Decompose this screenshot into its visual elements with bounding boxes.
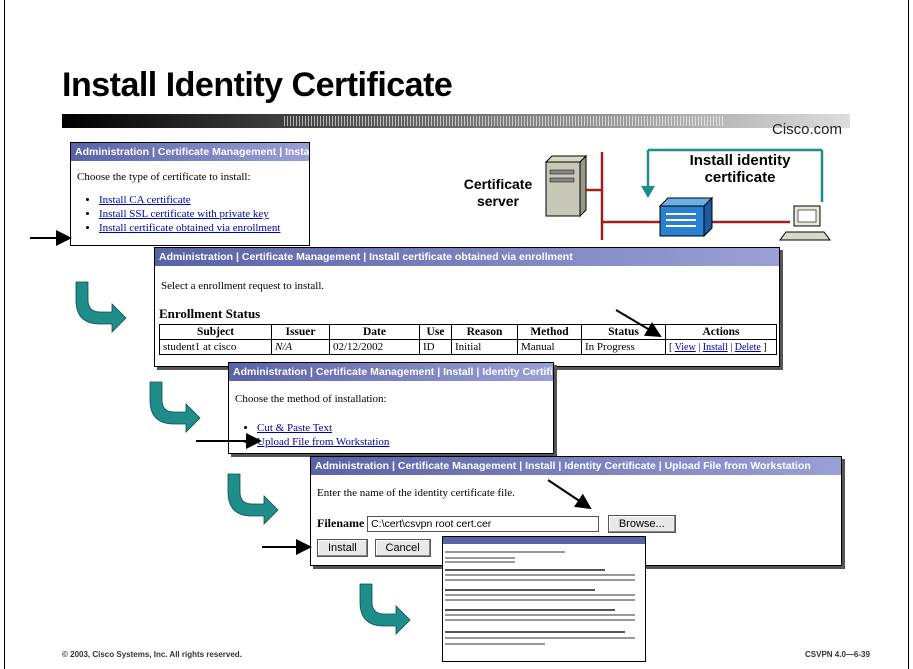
copyright-footer: © 2003, Cisco Systems, Inc. All rights r… <box>62 650 242 659</box>
slide-number: CSVPN 4.0—6-39 <box>805 650 870 659</box>
black-pointer-arrows <box>30 230 662 555</box>
teal-step-arrows <box>75 281 411 635</box>
arrow-overlay <box>30 230 662 635</box>
